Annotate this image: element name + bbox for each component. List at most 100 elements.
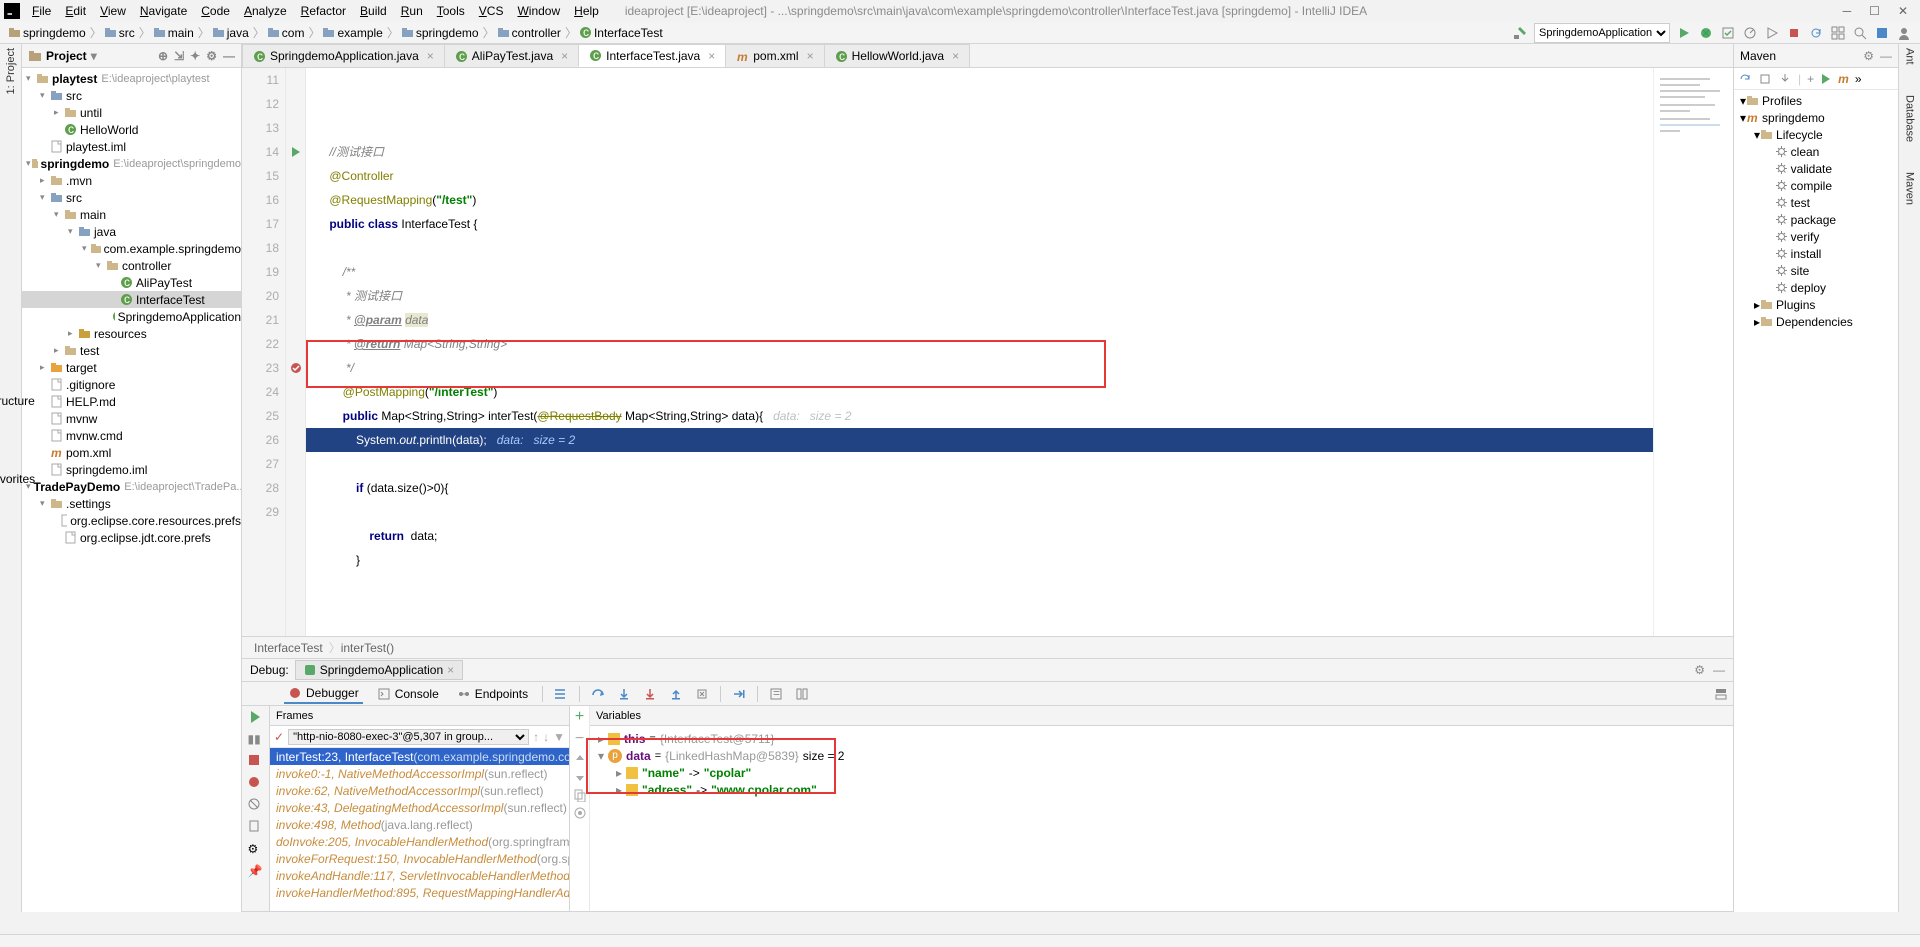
tree-node[interactable]: ▸test bbox=[22, 342, 241, 359]
close-button[interactable]: ✕ bbox=[1898, 4, 1908, 18]
step-over-icon[interactable] bbox=[590, 686, 606, 702]
show-watches-icon[interactable] bbox=[573, 806, 587, 820]
attach-icon[interactable] bbox=[1764, 25, 1780, 41]
avatar-icon[interactable] bbox=[1896, 25, 1912, 41]
close-tab-icon[interactable]: × bbox=[561, 49, 568, 63]
remove-watch-icon[interactable]: − bbox=[575, 730, 584, 748]
maven-node[interactable]: ▸Dependencies bbox=[1736, 313, 1896, 330]
side-tab[interactable]: 7: Structure bbox=[0, 380, 35, 408]
tree-node[interactable]: ▾main bbox=[22, 206, 241, 223]
variable-row[interactable]: ▾p data = {LinkedHashMap@5839} size = 2 bbox=[594, 747, 1729, 764]
maven-reimport-icon[interactable] bbox=[1738, 72, 1752, 86]
tree-node[interactable]: playtest.iml bbox=[22, 138, 241, 155]
maven-expand-icon[interactable]: » bbox=[1855, 72, 1862, 86]
tree-node[interactable]: ▾springdemoE:\ideaproject\springdemo bbox=[22, 155, 241, 172]
tree-node[interactable]: cInterfaceTest bbox=[22, 291, 241, 308]
menu-analyze[interactable]: Analyze bbox=[238, 2, 293, 20]
copy-icon[interactable] bbox=[573, 788, 587, 802]
gear-icon[interactable]: ⚙ bbox=[206, 49, 217, 63]
tree-node[interactable]: ▾.settings bbox=[22, 495, 241, 512]
evaluate-icon[interactable]: = bbox=[768, 686, 784, 702]
debug-settings-icon[interactable]: ⚙ bbox=[1694, 663, 1705, 677]
tree-node[interactable]: org.eclipse.jdt.core.prefs bbox=[22, 529, 241, 546]
breadcrumb-item[interactable]: src bbox=[104, 26, 135, 40]
breadcrumb-item[interactable]: springdemo bbox=[401, 26, 479, 40]
tree-node[interactable]: mvnw bbox=[22, 410, 241, 427]
maven-node[interactable]: validate bbox=[1736, 160, 1896, 177]
tree-node[interactable]: mvnw.cmd bbox=[22, 427, 241, 444]
tab-endpoints[interactable]: Endpoints bbox=[453, 685, 532, 703]
tree-node[interactable]: ▸target bbox=[22, 359, 241, 376]
tab-debugger[interactable]: Debugger bbox=[284, 684, 363, 704]
tree-node[interactable]: ▾controller bbox=[22, 257, 241, 274]
variable-row[interactable]: ▸ "adress" -> "www.cpolar.com" bbox=[594, 781, 1729, 798]
tree-node[interactable]: ▾java bbox=[22, 223, 241, 240]
tree-node[interactable]: org.eclipse.core.resources.prefs bbox=[22, 512, 241, 529]
tree-node[interactable]: HELP.md bbox=[22, 393, 241, 410]
menu-run[interactable]: Run bbox=[395, 2, 429, 20]
tree-node[interactable]: ▸.mvn bbox=[22, 172, 241, 189]
maven-node[interactable]: site bbox=[1736, 262, 1896, 279]
stack-frame[interactable]: invoke:62, NativeMethodAccessorImpl (sun… bbox=[270, 782, 569, 799]
update-icon[interactable] bbox=[1808, 25, 1824, 41]
close-tab-icon[interactable]: × bbox=[427, 49, 434, 63]
step-into-icon[interactable] bbox=[616, 686, 632, 702]
watch-down-icon[interactable] bbox=[573, 770, 587, 784]
variable-row[interactable]: ▸ "name" -> "cpolar" bbox=[594, 764, 1729, 781]
pin-icon[interactable]: 📌 bbox=[248, 864, 264, 880]
minimap[interactable] bbox=[1653, 68, 1733, 636]
close-tab-icon[interactable]: × bbox=[952, 49, 959, 63]
menu-edit[interactable]: Edit bbox=[59, 2, 92, 20]
stack-frame[interactable]: interTest:23, InterfaceTest (com.example… bbox=[270, 748, 569, 765]
tree-node[interactable]: ▸resources bbox=[22, 325, 241, 342]
breadcrumb-item[interactable]: java bbox=[212, 26, 249, 40]
menu-vcs[interactable]: VCS bbox=[473, 2, 510, 20]
maven-node[interactable]: ▾mspringdemo bbox=[1736, 109, 1896, 126]
threads-icon[interactable] bbox=[553, 686, 569, 702]
tree-node[interactable]: ▾TradePayDemoE:\ideaproject\TradePa... bbox=[22, 478, 241, 495]
tree-node[interactable]: springdemo.iml bbox=[22, 461, 241, 478]
tree-node[interactable]: ▾com.example.springdemo bbox=[22, 240, 241, 257]
menu-tools[interactable]: Tools bbox=[431, 2, 471, 20]
get-thread-dump-icon[interactable] bbox=[248, 820, 264, 836]
drop-frame-icon[interactable] bbox=[694, 686, 710, 702]
collapse-icon[interactable]: ✦ bbox=[190, 49, 200, 63]
side-tab[interactable]: 2: Favorites bbox=[0, 458, 35, 486]
editor-tab[interactable]: cInterfaceTest.java× bbox=[578, 44, 726, 67]
breadcrumb-item[interactable]: example bbox=[322, 26, 382, 40]
breadcrumb-item[interactable]: controller bbox=[497, 26, 561, 40]
menu-build[interactable]: Build bbox=[354, 2, 393, 20]
frame-up-icon[interactable]: ↑ bbox=[533, 730, 539, 744]
menu-view[interactable]: View bbox=[94, 2, 132, 20]
stack-frame[interactable]: invoke0:-1, NativeMethodAccessorImpl (su… bbox=[270, 765, 569, 782]
frame-down-icon[interactable]: ↓ bbox=[543, 730, 549, 744]
maximize-button[interactable]: ☐ bbox=[1869, 4, 1880, 18]
maven-node[interactable]: verify bbox=[1736, 228, 1896, 245]
menu-navigate[interactable]: Navigate bbox=[134, 2, 193, 20]
find-icon[interactable] bbox=[1852, 25, 1868, 41]
thread-select[interactable]: "http-nio-8080-exec-3"@5,307 in group... bbox=[288, 729, 529, 745]
breadcrumb-item[interactable]: main bbox=[153, 26, 194, 40]
maven-generate-icon[interactable] bbox=[1758, 72, 1772, 86]
build-icon[interactable] bbox=[1512, 25, 1528, 41]
select-opened-icon[interactable]: ⊕ bbox=[158, 49, 168, 63]
maven-node[interactable]: install bbox=[1736, 245, 1896, 262]
side-tab[interactable]: 1: Project bbox=[5, 48, 17, 94]
tree-node[interactable]: cAliPayTest bbox=[22, 274, 241, 291]
debug-minimize-icon[interactable]: — bbox=[1713, 663, 1725, 677]
run-icon[interactable] bbox=[1676, 25, 1692, 41]
stack-frame[interactable]: invokeHandlerMethod:895, RequestMappingH… bbox=[270, 884, 569, 901]
run-config-select[interactable]: SpringdemoApplication bbox=[1534, 23, 1670, 43]
tree-node[interactable]: ▾src bbox=[22, 87, 241, 104]
minimize-button[interactable]: ─ bbox=[1843, 4, 1852, 18]
breadcrumb-item[interactable]: com bbox=[267, 26, 305, 40]
maven-node[interactable]: deploy bbox=[1736, 279, 1896, 296]
mute-breakpoints-icon[interactable] bbox=[248, 798, 264, 814]
menu-help[interactable]: Help bbox=[568, 2, 605, 20]
add-watch-icon[interactable]: + bbox=[575, 708, 584, 726]
trace-icon[interactable] bbox=[794, 686, 810, 702]
maven-node[interactable]: ▾Profiles bbox=[1736, 92, 1896, 109]
editor-tab[interactable]: cHellowWorld.java× bbox=[824, 44, 971, 67]
stack-frame[interactable]: invoke:498, Method (java.lang.reflect) bbox=[270, 816, 569, 833]
filter-icon[interactable]: ▼ bbox=[553, 730, 565, 744]
